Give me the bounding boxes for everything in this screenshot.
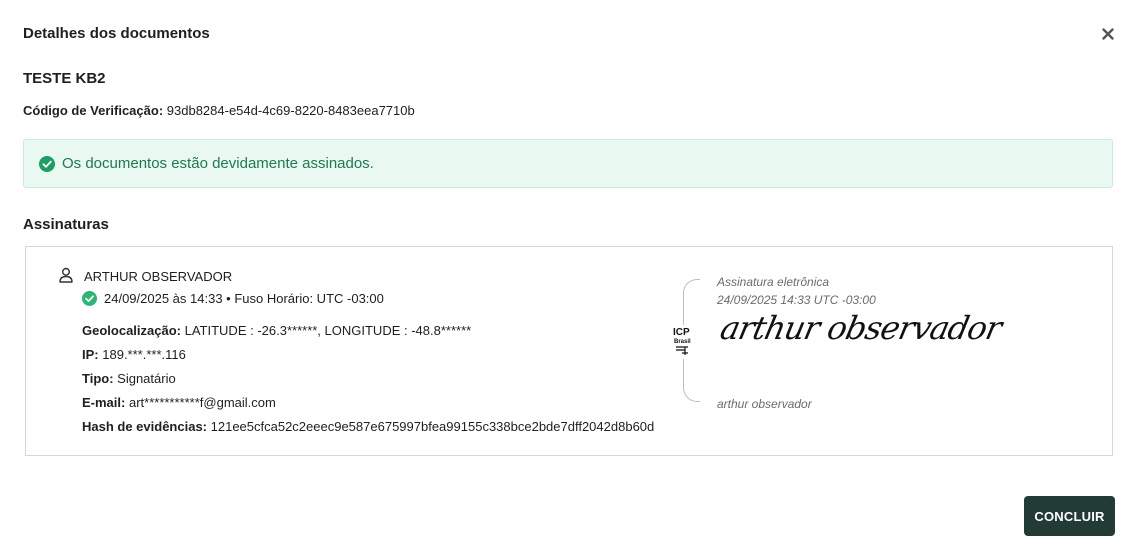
type-value: Signatário xyxy=(117,371,176,386)
modal-title: Detalhes dos documentos xyxy=(23,25,210,42)
email-label: E-mail: xyxy=(82,395,126,410)
type-row: Tipo: Signatário xyxy=(82,371,176,386)
verification-label: Código de Verificação: xyxy=(23,103,164,118)
stamp-printed-name: arthur observador xyxy=(717,397,812,411)
email-value: art***********f@gmail.com xyxy=(128,395,276,410)
document-name: TESTE KB2 xyxy=(23,70,106,87)
ip-label: IP: xyxy=(82,347,99,362)
datetime-text: 24/09/2025 às 14:33 • Fuso Horário: UTC … xyxy=(104,291,384,306)
hash-row: Hash de evidências: 121ee5cfca52c2eeec9e… xyxy=(82,419,654,434)
signature-datetime: 24/09/2025 às 14:33 • Fuso Horário: UTC … xyxy=(82,291,384,306)
conclude-button[interactable]: CONCLUIR xyxy=(1024,496,1115,536)
geolocation-label: Geolocalização: xyxy=(82,323,181,338)
svg-text:Brasil: Brasil xyxy=(674,339,691,345)
signature-card: ARTHUR OBSERVADOR 24/09/2025 às 14:33 • … xyxy=(25,246,1113,456)
type-label: Tipo: xyxy=(82,371,114,386)
geolocation-row: Geolocalização: LATITUDE : -26.3******, … xyxy=(82,323,471,338)
hash-label: Hash de evidências: xyxy=(82,419,207,434)
signer-name: ARTHUR OBSERVADOR xyxy=(84,268,233,284)
verification-code: Código de Verificação: 93db8284-e54d-4c6… xyxy=(23,103,415,118)
user-icon xyxy=(58,267,76,285)
verification-value: 93db8284-e54d-4c69-8220-8483eea7710b xyxy=(166,103,415,118)
geolocation-value: LATITUDE : -26.3******, LONGITUDE : -48.… xyxy=(184,323,472,338)
signatures-title: Assinaturas xyxy=(23,216,109,233)
svg-text:ICP: ICP xyxy=(673,327,690,338)
hash-value: 121ee5cfca52c2eeec9e587e675997bfea99155c… xyxy=(210,419,655,434)
signer-header: ARTHUR OBSERVADOR xyxy=(58,267,232,285)
cursive-signature: arthur observador xyxy=(717,309,1005,347)
alert-message: Os documentos estão devidamente assinado… xyxy=(62,155,374,172)
icp-brasil-logo: ICP Brasil xyxy=(671,325,695,359)
ip-value: 189.***.***.116 xyxy=(102,347,186,362)
check-circle-icon xyxy=(82,291,97,306)
close-icon[interactable] xyxy=(1102,28,1114,40)
signed-alert: Os documentos estão devidamente assinado… xyxy=(23,139,1113,188)
check-circle-icon xyxy=(39,155,55,172)
signature-stamp: ICP Brasil Assinatura eletrônica 24/09/2… xyxy=(671,275,1031,411)
ip-row: IP: 189.***.***.116 xyxy=(82,347,186,362)
email-row: E-mail: art***********f@gmail.com xyxy=(82,395,276,410)
close-button[interactable] xyxy=(1100,26,1116,42)
stamp-label: Assinatura eletrônica xyxy=(717,275,830,289)
stamp-datetime: 24/09/2025 14:33 UTC -03:00 xyxy=(717,293,876,307)
